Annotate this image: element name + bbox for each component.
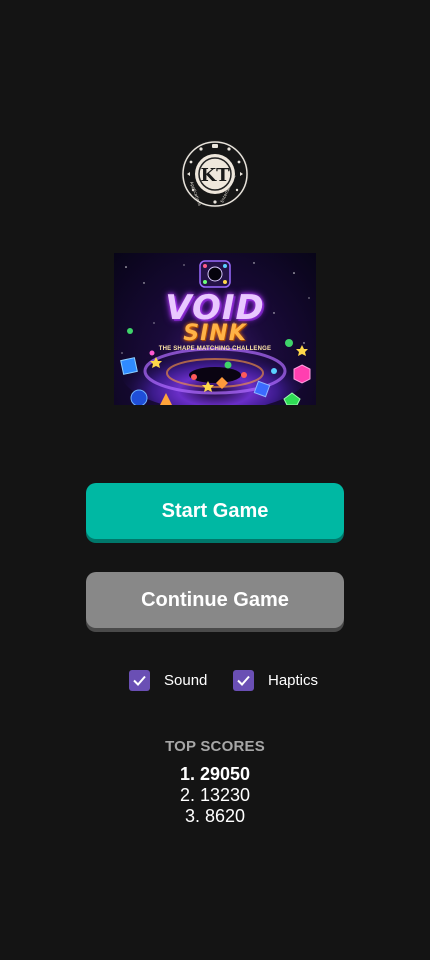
game-subtitle: THE SHAPE MATCHING CHALLENGE bbox=[158, 346, 272, 352]
checkbox-checked-icon[interactable] bbox=[129, 669, 150, 691]
top-scores-title: TOP SCORES bbox=[165, 738, 265, 755]
score-entry: 3. 8620 bbox=[184, 806, 246, 826]
svg-text:KT: KT bbox=[200, 165, 230, 186]
main-menu-screen: KT Applications Entertainment VOID SINK … bbox=[0, 0, 430, 960]
kt-logo-icon: KT Applications Entertainment bbox=[181, 140, 249, 208]
haptics-checkbox[interactable]: Haptics bbox=[233, 669, 318, 691]
continue-game-button[interactable]: Continue Game bbox=[86, 572, 344, 628]
haptics-label: Haptics bbox=[268, 671, 319, 689]
start-game-button[interactable]: Start Game bbox=[86, 483, 344, 539]
game-title-line1: VOID bbox=[165, 288, 265, 328]
score-entry: 1. 29050 bbox=[179, 764, 251, 784]
game-title-line2: SINK bbox=[183, 321, 247, 346]
sound-label: Sound bbox=[164, 671, 208, 689]
sound-checkbox[interactable]: Sound bbox=[129, 669, 207, 691]
game-cover-art: VOID SINK THE SHAPE MATCHING CHALLENGE bbox=[114, 253, 316, 405]
game-logo-title: VOID SINK bbox=[114, 291, 316, 345]
score-entry: 2. 13230 bbox=[179, 785, 251, 805]
top-scores-panel: TOP SCORES 1. 29050 2. 13230 3. 8620 bbox=[0, 736, 430, 827]
checkbox-checked-icon[interactable] bbox=[233, 669, 254, 691]
